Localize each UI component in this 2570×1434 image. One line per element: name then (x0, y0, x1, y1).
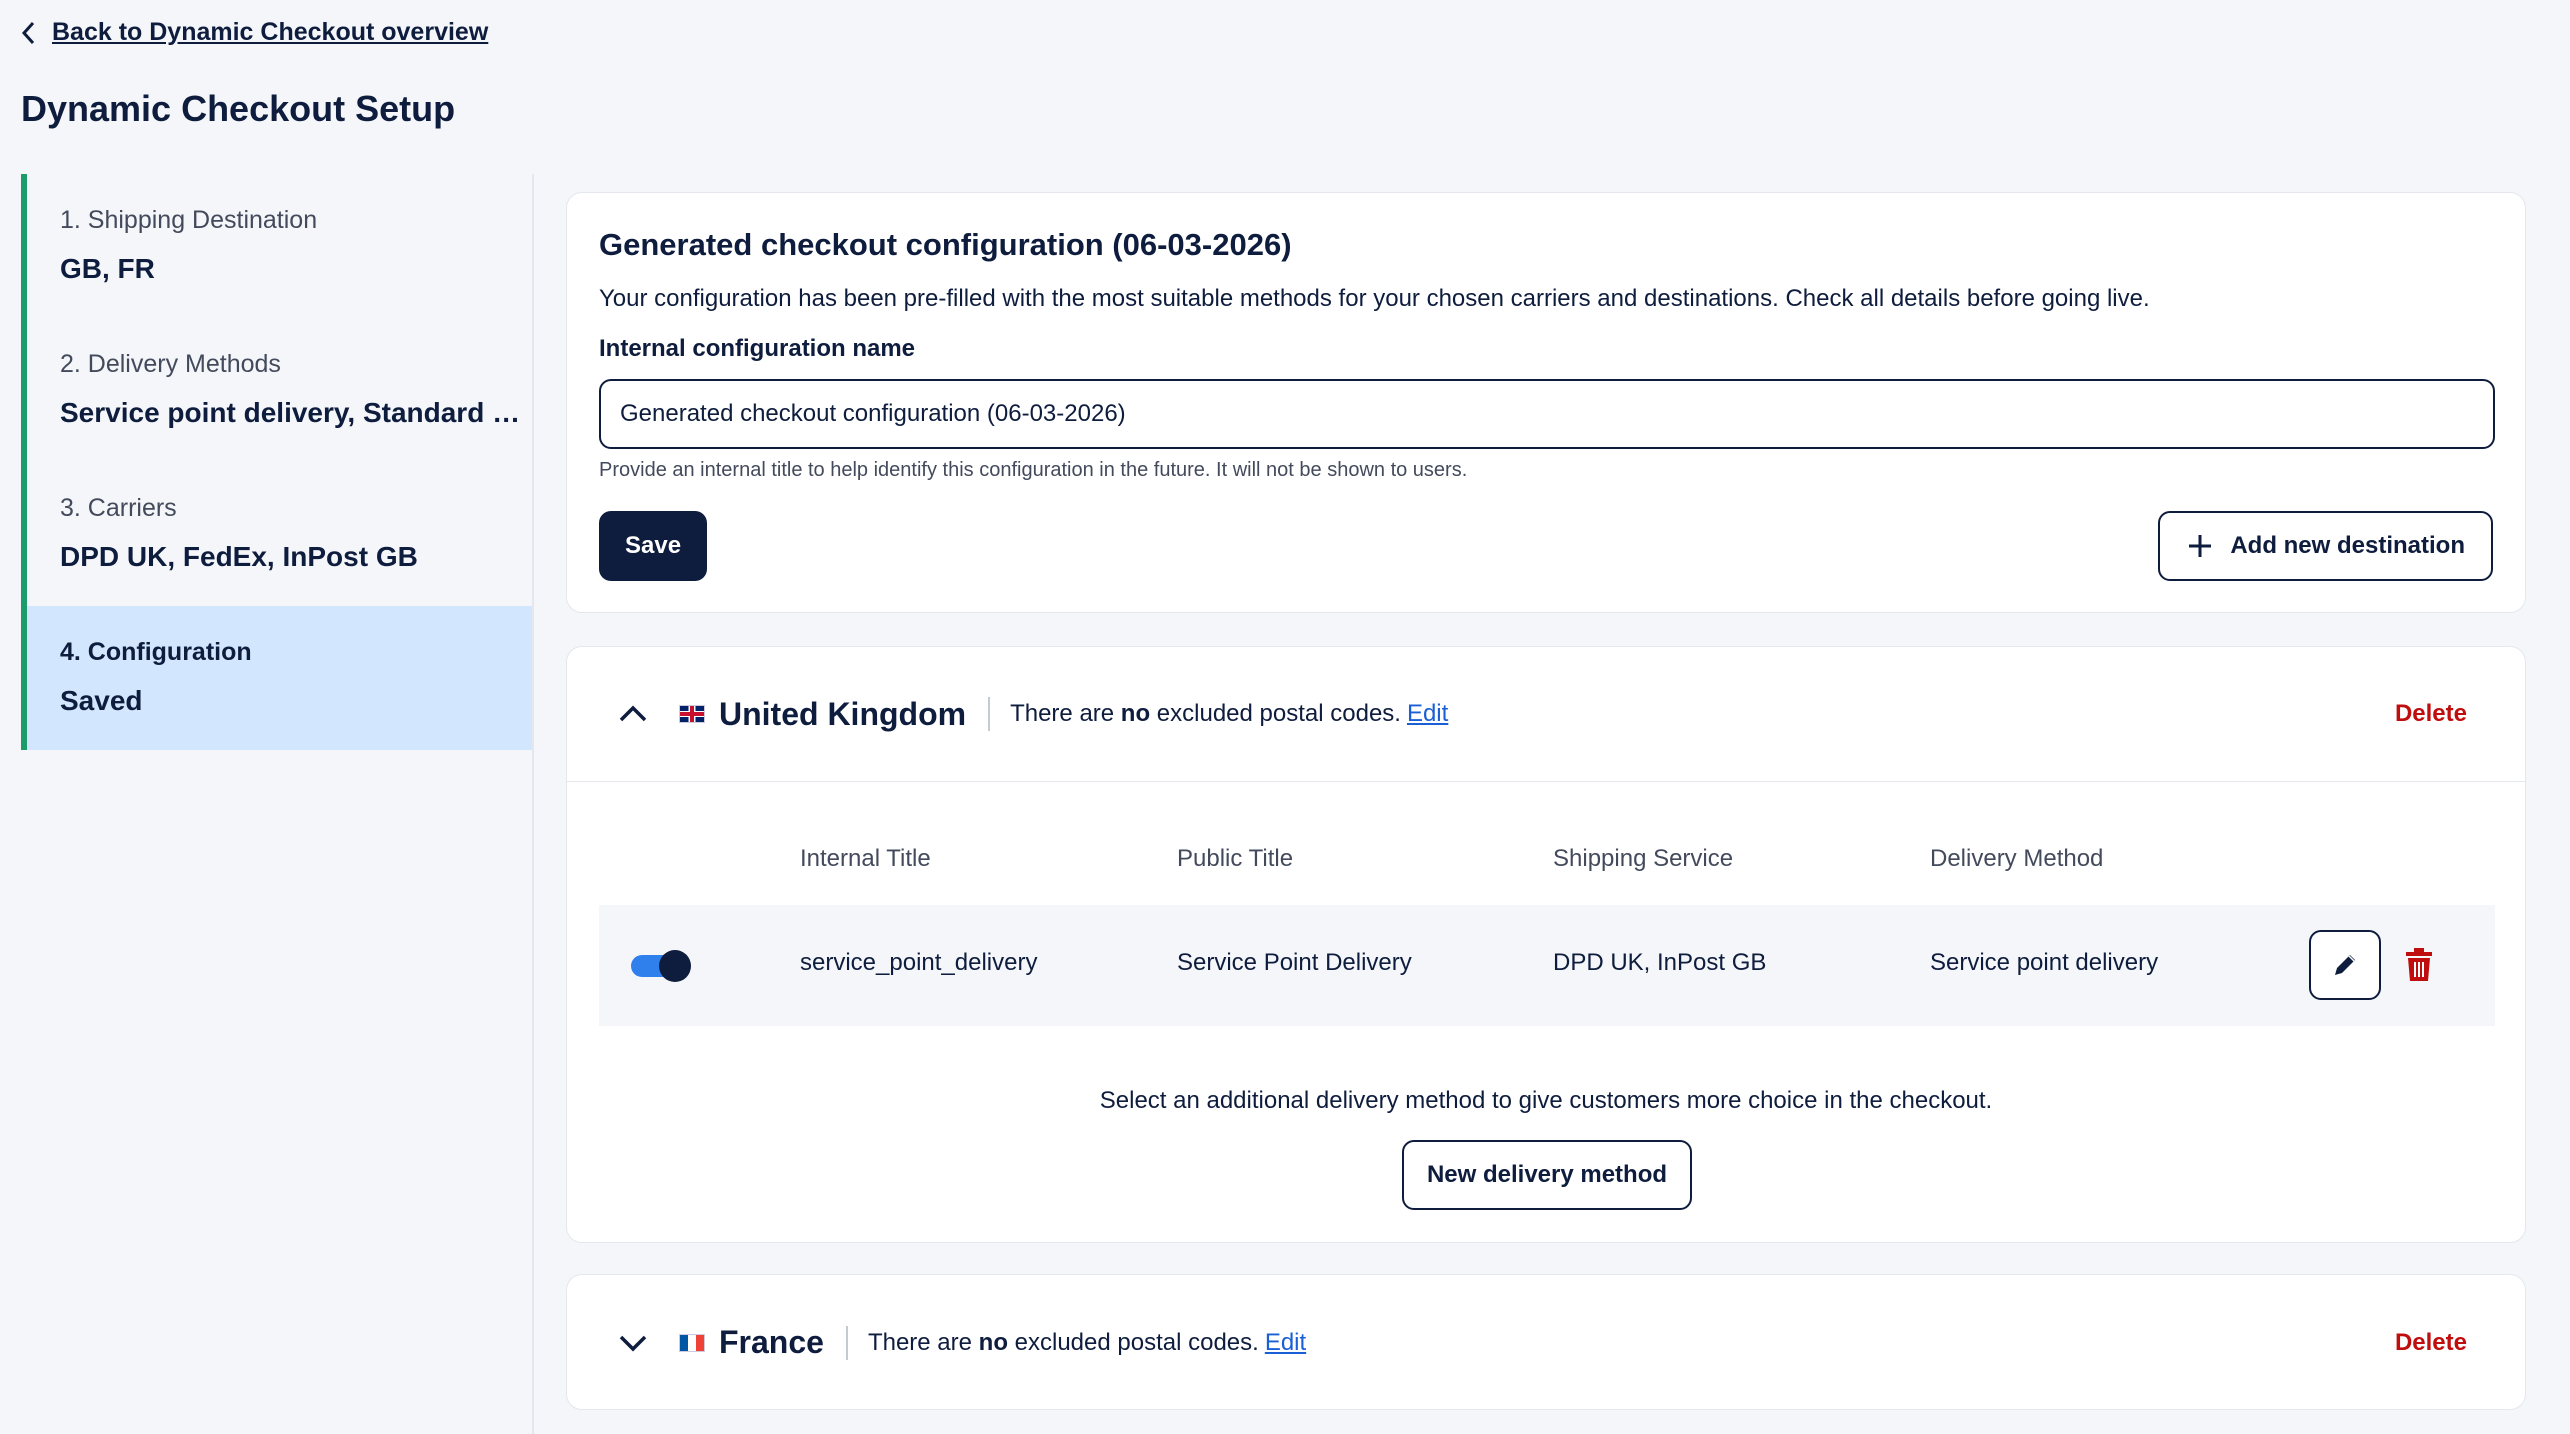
step-label: 3. Carriers (60, 494, 177, 522)
divider (845, 1325, 848, 1360)
new-delivery-method-button[interactable]: New delivery method (1402, 1140, 1692, 1210)
public-title-cell: Service Point Delivery (1177, 949, 1412, 976)
excluded-prefix: There are (867, 1328, 979, 1356)
divider (988, 697, 991, 731)
uk-flag-icon (679, 705, 705, 723)
excluded-suffix: excluded postal codes. (1007, 1328, 1259, 1356)
step-value: GB, FR (60, 253, 155, 284)
delivery-method-cell: Service point delivery (1930, 949, 2159, 976)
config-name-hint: Provide an internal title to help identi… (599, 459, 1468, 481)
add-destination-button[interactable]: Add new destination (2158, 511, 2493, 581)
chevron-left-icon (21, 21, 35, 44)
step-shipping-destination[interactable]: 1. Shipping Destination GB, FR (21, 174, 532, 318)
config-card: Generated checkout configuration (06-03-… (566, 192, 2526, 613)
method-enabled-toggle[interactable] (631, 950, 691, 982)
save-button[interactable]: Save (599, 511, 708, 581)
delete-destination-button[interactable]: Delete (2395, 1329, 2467, 1357)
step-carriers[interactable]: 3. Carriers DPD UK, FedEx, InPost GB (21, 462, 532, 606)
column-header: Shipping Service (1553, 845, 1734, 872)
fr-flag-icon (679, 1333, 705, 1352)
plus-icon (2189, 535, 2212, 557)
config-title: Generated checkout configuration (06-03-… (599, 227, 1292, 262)
edit-postal-codes-link[interactable]: Edit (1265, 1329, 1306, 1356)
pencil-icon (2335, 955, 2355, 975)
page-title: Dynamic Checkout Setup (21, 88, 456, 129)
destination-header: United Kingdom There are no excluded pos… (567, 647, 2525, 782)
config-name-input[interactable] (599, 379, 2495, 449)
shipping-service-cell: DPD UK, InPost GB (1553, 949, 1767, 976)
step-label: 1. Shipping Destination (60, 206, 318, 234)
chevron-up-icon[interactable] (615, 696, 651, 732)
destination-card-fr: France There are no excluded postal code… (566, 1274, 2526, 1410)
step-value: DPD UK, FedEx, InPost GB (60, 541, 418, 572)
edit-postal-codes-link[interactable]: Edit (1407, 700, 1448, 727)
excluded-suffix: excluded postal codes. (1150, 700, 1401, 727)
methods-table-header: Internal Title Public Title Shipping Ser… (567, 845, 2525, 885)
delete-destination-button[interactable]: Delete (2395, 700, 2467, 728)
step-label: 2. Delivery Methods (60, 350, 281, 378)
sidebar-divider (532, 174, 534, 1434)
steps-sidebar: 1. Shipping Destination GB, FR 2. Delive… (21, 174, 532, 750)
trash-icon (2406, 948, 2432, 981)
internal-title-cell: service_point_delivery (800, 949, 1038, 976)
step-value: Service point delivery, Standard deliver… (60, 397, 530, 428)
config-name-label: Internal configuration name (599, 335, 916, 362)
column-header: Internal Title (800, 845, 931, 872)
add-destination-label: Add new destination (2230, 532, 2465, 559)
excluded-count: no (978, 1328, 1008, 1356)
step-configuration[interactable]: 4. Configuration Saved (21, 606, 532, 750)
edit-method-button[interactable] (2309, 930, 2381, 1000)
excluded-prefix: There are (1010, 700, 1121, 727)
step-label: 4. Configuration (60, 638, 252, 666)
destination-card-uk: United Kingdom There are no excluded pos… (566, 646, 2526, 1243)
add-method-description: Select an additional delivery method to … (1099, 1087, 1993, 1114)
destination-name: United Kingdom (719, 695, 967, 732)
table-row: service_point_delivery Service Point Del… (599, 905, 2495, 1026)
delete-method-button[interactable] (2399, 945, 2439, 985)
chevron-down-icon[interactable] (615, 1325, 651, 1361)
excluded-postal-codes: There are no excluded postal codes. Edit (868, 1329, 1306, 1357)
destination-name: France (719, 1324, 824, 1360)
column-header: Delivery Method (1930, 845, 2104, 872)
excluded-postal-codes: There are no excluded postal codes. Edit (1010, 700, 1448, 728)
destination-header: France There are no excluded postal code… (567, 1275, 2525, 1410)
back-link-label: Back to Dynamic Checkout overview (52, 18, 489, 46)
config-description: Your configuration has been pre-filled w… (599, 285, 2150, 312)
excluded-count: no (1120, 700, 1151, 727)
step-delivery-methods[interactable]: 2. Delivery Methods Service point delive… (21, 318, 532, 462)
step-value: Saved (60, 685, 143, 716)
column-header: Public Title (1177, 845, 1294, 872)
back-link[interactable]: Back to Dynamic Checkout overview (20, 18, 488, 47)
